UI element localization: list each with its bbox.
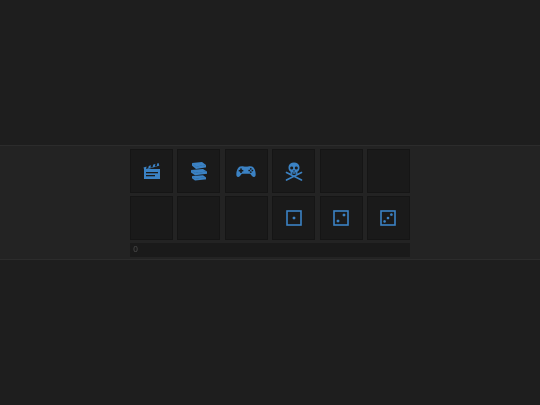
tile-die-1[interactable] [272,196,316,240]
tile-empty-2[interactable] [366,149,410,193]
tile-empty-5[interactable] [224,196,268,240]
app-launcher-grid [130,149,410,240]
die-face-2-icon [333,210,349,226]
app-screen: 0 [0,0,540,405]
tile-empty-3[interactable] [130,196,173,240]
tile-die-2[interactable] [319,196,363,240]
die-face-3-icon [380,210,397,226]
tile-games[interactable] [224,149,268,193]
tile-empty-4[interactable] [177,196,221,240]
tile-empty-1[interactable] [319,149,363,193]
gamepad-icon [236,166,256,177]
clapperboard-icon [143,161,160,179]
tile-adult[interactable] [272,149,316,193]
die-face-1-icon [285,210,302,226]
tile-die-3[interactable] [366,196,410,240]
tile-movies[interactable] [130,149,173,193]
status-bar: 0 [130,243,410,257]
stack-of-books-icon [190,162,207,181]
tile-books[interactable] [177,149,221,193]
status-bar-text: 0 [133,245,139,254]
skull-crossbones-icon [285,162,302,181]
